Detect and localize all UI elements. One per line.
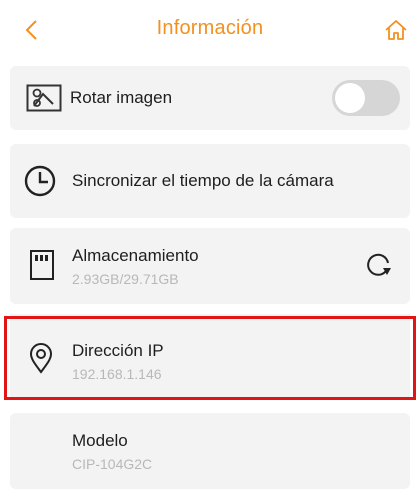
model-value: CIP-104G2C (72, 456, 153, 472)
storage-label: Almacenamiento (72, 246, 199, 265)
top-bar: Información (0, 0, 420, 58)
location-pin-icon (29, 343, 53, 374)
refresh-icon[interactable] (364, 250, 394, 280)
storage-row: Almacenamiento 2.93GB/29.71GB (10, 228, 410, 304)
clock-icon (24, 165, 56, 197)
model-label: Modelo (72, 431, 128, 450)
rotate-image-toggle[interactable] (332, 80, 400, 116)
model-row: Modelo CIP-104G2C (10, 413, 410, 489)
ip-address-label: Dirección IP (72, 341, 164, 360)
rotate-image-row: Rotar imagen (10, 66, 410, 130)
ip-address-row: Dirección IP 192.168.1.146 (10, 314, 410, 400)
sync-time-label: Sincronizar el tiempo de la cámara (72, 171, 334, 190)
rotate-image-label: Rotar imagen (70, 88, 173, 107)
home-icon (385, 20, 407, 40)
page-title: Información (156, 17, 264, 39)
home-button[interactable] (380, 14, 412, 46)
toggle-knob (335, 83, 365, 113)
rotate-image-icon (26, 84, 62, 112)
storage-value: 2.93GB/29.71GB (72, 271, 179, 287)
sd-card-icon (30, 250, 54, 280)
ip-address-value: 192.168.1.146 (72, 366, 162, 382)
sync-time-row[interactable]: Sincronizar el tiempo de la cámara (10, 144, 410, 218)
